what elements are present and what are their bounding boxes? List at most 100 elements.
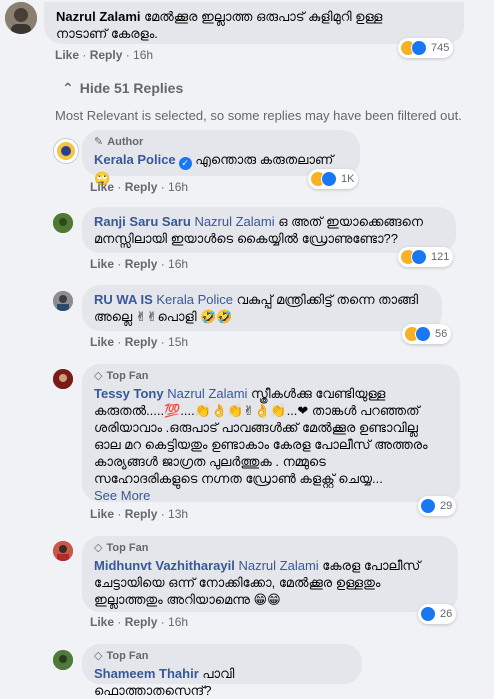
reaction-count: 1K xyxy=(341,173,355,185)
like-button[interactable]: Like xyxy=(90,257,114,271)
profile-photo-icon xyxy=(53,291,73,311)
tagged-user[interactable]: Nazrul Zalami xyxy=(167,386,247,401)
like-icon xyxy=(420,606,436,622)
filter-notice: Most Relevant is selected, so some repli… xyxy=(55,108,462,123)
like-icon xyxy=(411,249,427,265)
pencil-icon: ✎ xyxy=(94,136,104,148)
comment-actions: Like · Reply · 16h xyxy=(90,257,189,271)
like-button[interactable]: Like xyxy=(90,180,114,194)
comment-text-line3: ശരിയാവാം .ഒരുപാട് പാവങ്ങൾക്ക് മേൽക്കൂര ഉ… xyxy=(94,420,418,435)
reply-bubble: ◇ Top Fan Shameem Thahir പാവി ഫൊത്താതസെന്… xyxy=(82,644,362,698)
reaction-summary[interactable]: 56 xyxy=(402,324,452,344)
top-fan-badge: ◇ Top Fan xyxy=(94,649,149,663)
comment-actions: Like · Reply · 16h xyxy=(55,48,154,62)
commenter-name[interactable]: Midhunvt Vazhitharayil xyxy=(94,558,235,573)
commenter-name[interactable]: Kerala Police xyxy=(94,152,176,167)
like-icon xyxy=(321,171,337,187)
tagged-user[interactable]: Nazrul Zalami xyxy=(194,214,274,229)
tagged-user[interactable]: Kerala Police xyxy=(156,292,233,307)
comment-bubble: Nazrul Zalami മേൽക്കൂര ഇല്ലാത്ത ഒരുപാട് … xyxy=(44,2,464,44)
comment-text: കേരള പോലീസ് xyxy=(318,558,421,573)
reply-button[interactable]: Reply xyxy=(90,48,123,62)
like-button[interactable]: Like xyxy=(90,615,114,629)
commenter-name[interactable]: Tessy Tony xyxy=(94,386,164,401)
chevron-up-icon: ⌃ xyxy=(62,80,74,96)
comment-actions: Like · Reply · 15h xyxy=(90,335,189,349)
comment-text-line2: നാടാണ് കേരളം. xyxy=(56,26,158,41)
profile-photo-icon xyxy=(53,650,73,670)
comment-text-line6: സഹോദരികളുടെ നഗ്നത ഡ്രോൺ കളക്റ്റ് ചെയ്യ..… xyxy=(94,471,383,486)
police-emblem-icon xyxy=(57,142,75,160)
comment-text-line2: കരുതൽ.....💯....👏👌👏✌👌👏...❤ താങ്കൾ പറഞ്ഞത് xyxy=(94,403,420,418)
timestamp[interactable]: 16h xyxy=(168,180,188,194)
commenter-name[interactable]: Nazrul Zalami xyxy=(56,9,141,24)
comment-text-line2: ചേട്ടായിയെ ഒന്ന് നോക്കിക്കോ, മേൽക്കൂര ഉള… xyxy=(94,575,381,590)
like-button[interactable]: Like xyxy=(90,335,114,349)
comment-text-line4: ഓല മറ കെട്ടിയതും ഉണ്ടാകാം കേരള പോലീസ് അത… xyxy=(94,437,428,452)
reply-bubble: ◇ Top Fan Midhunvt Vazhitharayil Nazrul Z… xyxy=(82,536,458,612)
timestamp[interactable]: 13h xyxy=(168,507,188,521)
like-button[interactable]: Like xyxy=(55,48,79,62)
see-more-link[interactable]: See More xyxy=(94,487,448,504)
avatar[interactable] xyxy=(53,650,73,670)
comment-text-line5: കാര്യങ്ങൾ ജാഗ്രത പുലർത്തുക . നമ്മുടെ xyxy=(94,454,326,469)
like-icon xyxy=(411,40,427,56)
hide-replies-button[interactable]: ⌃ Hide 51 Replies xyxy=(62,80,183,97)
commenter-name[interactable]: RU WA IS xyxy=(94,292,153,307)
diamond-icon: ◇ xyxy=(94,650,103,662)
reply-button[interactable]: Reply xyxy=(125,615,158,629)
avatar[interactable] xyxy=(5,2,37,34)
comment-text: മേൽക്കൂര ഇല്ലാത്ത ഒരുപാട് കുളിമുറി ഉള്ള xyxy=(144,9,383,24)
author-badge: ✎ Author xyxy=(94,135,144,149)
like-button[interactable]: Like xyxy=(90,507,114,521)
reply-button[interactable]: Reply xyxy=(125,335,158,349)
reaction-count: 56 xyxy=(435,328,448,340)
comment-actions: Like · Reply · 16h xyxy=(90,180,189,194)
reply-button[interactable]: Reply xyxy=(125,507,158,521)
avatar[interactable] xyxy=(53,291,73,311)
reply-bubble: Ranji Saru Saru Nazrul Zalami ഒ അത് ഇയാക… xyxy=(82,207,456,253)
profile-photo-icon xyxy=(53,541,73,561)
profile-photo-icon xyxy=(53,369,73,389)
timestamp[interactable]: 16h xyxy=(133,48,153,62)
reply-button[interactable]: Reply xyxy=(125,257,158,271)
reaction-summary[interactable]: 121 xyxy=(398,247,454,267)
comment-text-line3: ഇല്ലാത്തതും അറിയാമെന്നു 😁😁 xyxy=(94,592,281,607)
comment-text: വകുപ്പ് മന്ത്രിക്കിട്ട് തന്നെ താങ്ങി xyxy=(232,292,419,307)
reaction-summary[interactable]: 745 xyxy=(398,38,454,58)
diamond-icon: ◇ xyxy=(94,370,103,382)
diamond-icon: ◇ xyxy=(94,542,103,554)
timestamp[interactable]: 16h xyxy=(168,257,188,271)
avatar[interactable] xyxy=(53,138,79,164)
reaction-summary[interactable]: 26 xyxy=(418,604,457,624)
comment-actions: Like · Reply · 13h xyxy=(90,507,189,521)
timestamp[interactable]: 15h xyxy=(168,335,188,349)
avatar[interactable] xyxy=(53,213,73,233)
reply-button[interactable]: Reply xyxy=(125,180,158,194)
comment-actions: Like · Reply · 16h xyxy=(90,615,189,629)
reaction-count: 29 xyxy=(440,500,453,512)
like-icon xyxy=(415,326,431,342)
tagged-user[interactable]: Nazrul Zalami xyxy=(238,558,318,573)
profile-photo-icon xyxy=(5,2,37,34)
reaction-count: 745 xyxy=(431,42,450,54)
reaction-summary[interactable]: 29 xyxy=(418,496,457,516)
reply-bubble: ◇ Top Fan Tessy Tony Nazrul Zalami സ്ത്രീ… xyxy=(82,364,460,504)
commenter-name[interactable]: Shameem Thahir xyxy=(94,666,199,681)
reply-bubble: RU WA IS Kerala Police വകുപ്പ് മന്ത്രിക്… xyxy=(82,285,442,331)
timestamp[interactable]: 16h xyxy=(168,615,188,629)
comment-text: സ്ത്രീകൾക്കു വേണ്ടിയുള്ള xyxy=(247,386,386,401)
comment-text-line2: അല്ലെ ✌✌പൊളി 🤣🤣 xyxy=(94,309,233,324)
reaction-count: 26 xyxy=(440,608,453,620)
avatar[interactable] xyxy=(53,369,73,389)
top-fan-badge: ◇ Top Fan xyxy=(94,541,149,555)
like-icon xyxy=(420,498,436,514)
reaction-summary[interactable]: 1K xyxy=(308,169,359,189)
profile-photo-icon xyxy=(53,213,73,233)
commenter-name[interactable]: Ranji Saru Saru xyxy=(94,214,191,229)
reaction-count: 121 xyxy=(431,251,450,263)
comment-text: ഒ അത് ഇയാക്കെങ്ങനെ xyxy=(274,214,423,229)
avatar[interactable] xyxy=(53,541,73,561)
top-fan-badge: ◇ Top Fan xyxy=(94,369,149,383)
verified-icon: ✓ xyxy=(178,157,192,170)
